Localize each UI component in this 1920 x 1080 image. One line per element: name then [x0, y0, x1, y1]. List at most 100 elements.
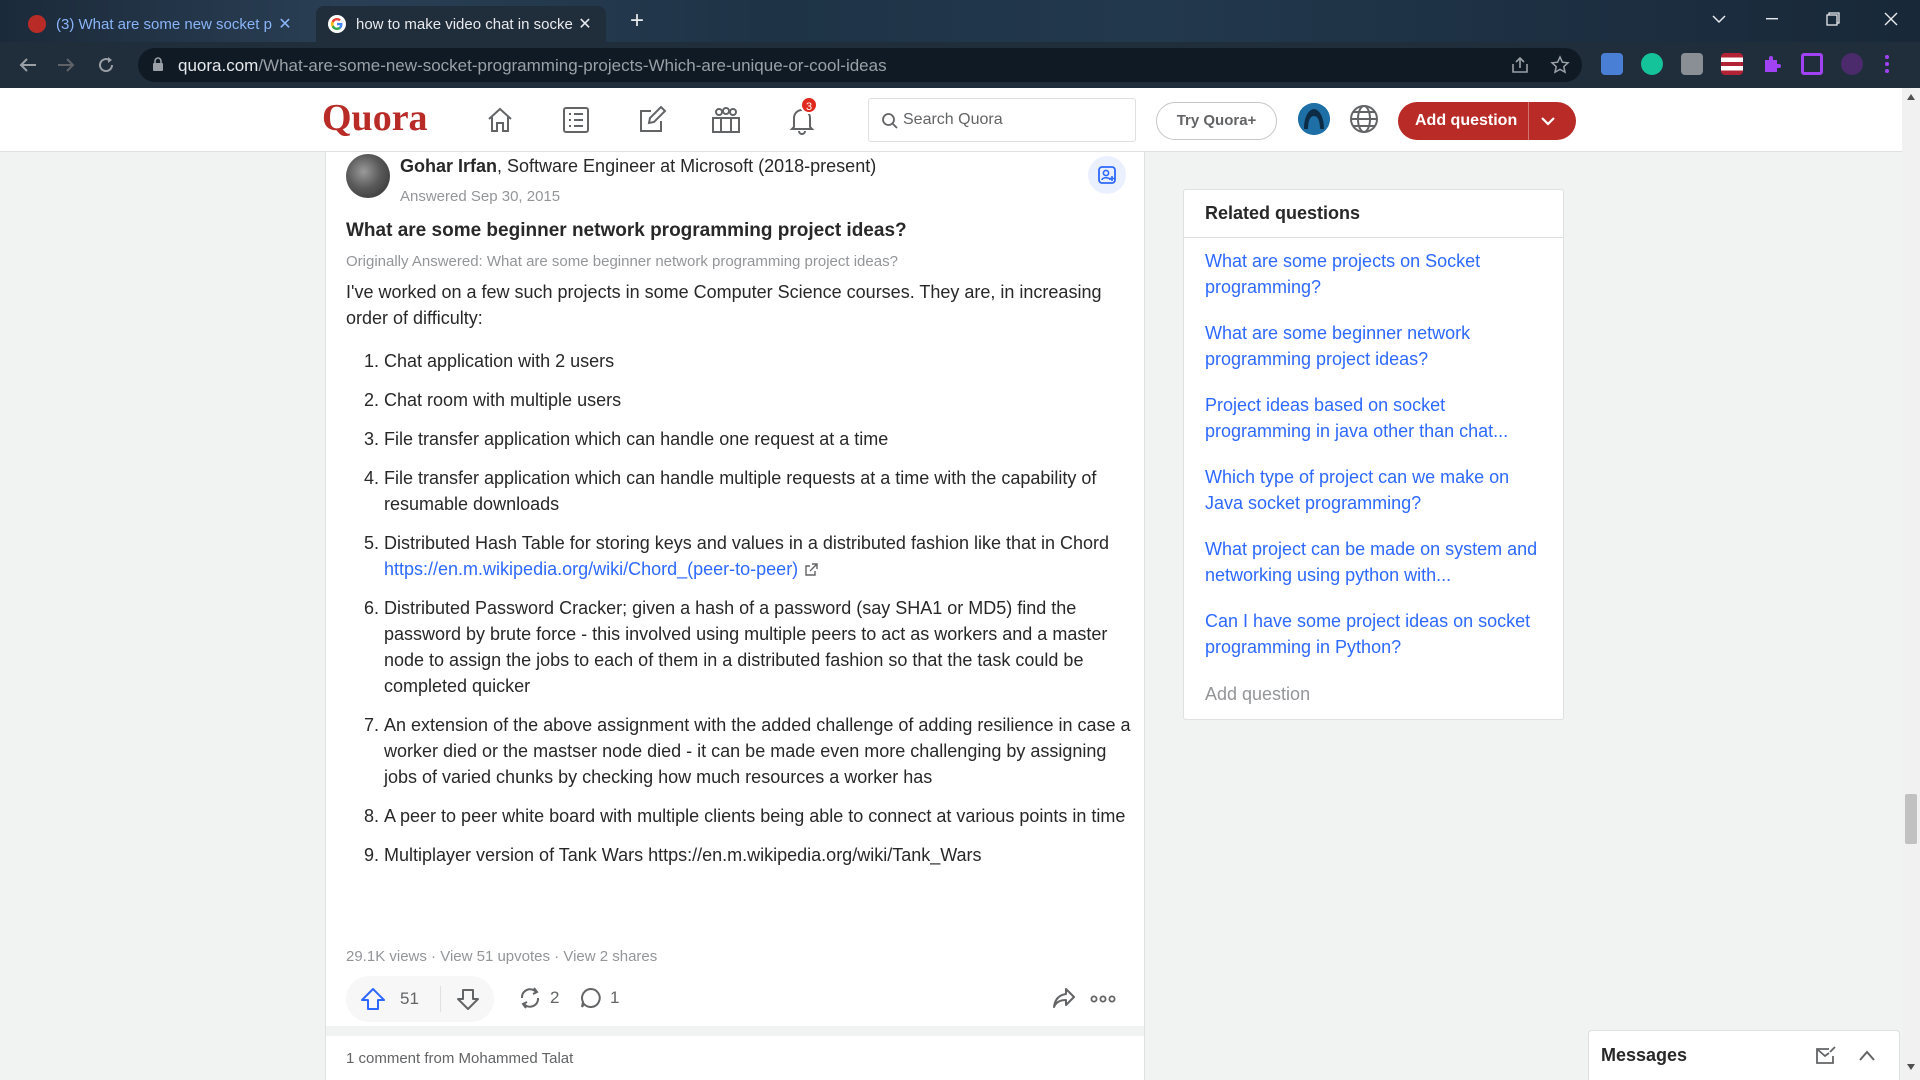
minimize-button[interactable]	[1747, 0, 1797, 38]
profile-avatar-icon[interactable]	[1841, 53, 1863, 75]
forward-arrow-icon[interactable]	[52, 51, 80, 79]
close-tab-icon[interactable]: ✕	[576, 14, 594, 34]
search-input[interactable]	[903, 109, 1123, 131]
reload-icon[interactable]	[92, 51, 120, 79]
downvote-arrow-icon[interactable]	[456, 987, 480, 1011]
tab-quora[interactable]: (3) What are some new socket p ✕	[16, 6, 306, 42]
chord-wikipedia-link[interactable]: https://en.m.wikipedia.org/wiki/Chord_(p…	[384, 559, 798, 579]
spaces-people-icon[interactable]	[706, 102, 746, 138]
notification-badge: 3	[800, 96, 818, 114]
compose-message-icon[interactable]	[1815, 1046, 1837, 1066]
answer-edit-icon[interactable]	[632, 102, 672, 138]
comment-bubble-icon	[581, 987, 601, 1008]
restore-button[interactable]	[1808, 0, 1858, 38]
close-tab-icon[interactable]: ✕	[276, 14, 294, 34]
google-favicon-icon	[328, 15, 346, 33]
address-bar[interactable]: quora.com/What-are-some-new-socket-progr…	[138, 48, 1582, 82]
scroll-down-arrow-icon[interactable]	[1907, 1064, 1915, 1070]
related-question-item: What are some projects on Socket program…	[1205, 248, 1550, 300]
home-icon[interactable]	[480, 102, 520, 138]
list-item: 2. Chat room with multiple users	[363, 390, 622, 410]
author-avatar[interactable]	[346, 154, 390, 198]
us-flag-extension-icon[interactable]	[1721, 53, 1743, 75]
question-title[interactable]: What are some beginner network programmi…	[346, 220, 907, 242]
tab-title: how to make video chat in socke	[356, 15, 573, 33]
comment-button[interactable]: 1	[580, 987, 619, 1009]
close-window-button[interactable]	[1866, 0, 1916, 38]
related-question-item: Project ideas based on socket programmin…	[1205, 392, 1550, 444]
related-questions-list: What are some projects on Socket program…	[1205, 248, 1550, 680]
answer-actions: 51 2 1	[346, 976, 1126, 1022]
related-question-link[interactable]: Project ideas based on socket programmin…	[1205, 395, 1508, 441]
list-item: 6. Distributed Password Cracker; given a …	[363, 598, 1108, 696]
messages-widget[interactable]: Messages	[1588, 1030, 1900, 1080]
try-quora-plus-button[interactable]: Try Quora+	[1156, 102, 1277, 140]
url-path: /What-are-some-new-socket-programming-pr…	[258, 56, 887, 75]
url-text: quora.com/What-are-some-new-socket-progr…	[178, 56, 887, 76]
chevron-up-icon[interactable]	[1857, 1046, 1877, 1066]
quora-logo[interactable]: Quora	[322, 96, 428, 140]
add-question-label: Add question	[1415, 112, 1518, 129]
related-question-item: What are some beginner network programmi…	[1205, 320, 1550, 372]
user-avatar[interactable]	[1298, 103, 1330, 135]
scroll-up-arrow-icon[interactable]	[1907, 94, 1915, 100]
originally-answered: Originally Answered: What are some begin…	[346, 253, 898, 270]
share-page-icon[interactable]	[1510, 55, 1530, 75]
author-credential: , Software Engineer at Microsoft (2018-p…	[497, 156, 877, 176]
related-question-link[interactable]: Which type of project can we make on Jav…	[1205, 467, 1509, 513]
external-link-icon[interactable]	[804, 563, 818, 577]
new-tab-button[interactable]: +	[622, 6, 652, 36]
share-repost-button[interactable]: 2	[518, 987, 559, 1009]
tab-google[interactable]: how to make video chat in socke ✕	[316, 6, 606, 42]
tab-search-icon[interactable]	[1694, 0, 1744, 38]
search-box[interactable]	[868, 98, 1136, 142]
share-arrow-icon[interactable]	[1052, 987, 1076, 1009]
upvote-count: 51	[400, 989, 419, 1008]
divider	[440, 986, 441, 1012]
browser-toolbar: quora.com/What-are-some-new-socket-progr…	[0, 42, 1920, 88]
list-item: 8. A peer to peer white board with multip…	[363, 806, 1126, 826]
bookmark-star-icon[interactable]	[1550, 55, 1570, 75]
url-host: quora.com	[178, 56, 259, 75]
related-question-link[interactable]: What are some beginner network programmi…	[1205, 323, 1470, 369]
project-list: 1. Chat application with 2 users 2. Chat r…	[346, 348, 1136, 881]
add-related-question-link[interactable]: Add question	[1205, 684, 1310, 705]
related-question-item: What project can be made on system and n…	[1205, 536, 1550, 588]
author-line: Gohar Irfan, Software Engineer at Micros…	[400, 156, 876, 177]
quora-header: Quora 3 Try Quora+ Add question	[0, 88, 1902, 152]
scrollbar-thumb[interactable]	[1905, 794, 1917, 844]
language-globe-icon[interactable]	[1348, 103, 1380, 135]
translate-extension-icon[interactable]	[1601, 53, 1623, 75]
related-question-link[interactable]: Can I have some project ideas on socket …	[1205, 611, 1530, 657]
related-questions-panel: Related questions What are some projects…	[1183, 189, 1564, 720]
lock-icon[interactable]	[152, 57, 164, 72]
back-arrow-icon[interactable]	[14, 51, 42, 79]
answer-stats[interactable]: 29.1K views · View 51 upvotes · View 2 s…	[346, 948, 657, 965]
answered-date[interactable]: Answered Sep 30, 2015	[400, 188, 560, 205]
list-item: 5. Distributed Hash Table for storing key…	[363, 533, 1110, 579]
list-item: 3. File transfer application which can ha…	[363, 429, 889, 449]
puzzle-extensions-icon[interactable]	[1761, 53, 1783, 75]
related-question-link[interactable]: What project can be made on system and n…	[1205, 539, 1537, 585]
messages-title: Messages	[1601, 1045, 1688, 1065]
comment-preview[interactable]: 1 comment from Mohammed Talat	[346, 1050, 573, 1067]
list-item: 4. File transfer application which can ha…	[363, 468, 1097, 514]
upvote-arrow-icon[interactable]	[360, 987, 386, 1011]
add-question-button[interactable]: Add question	[1398, 102, 1576, 140]
more-options-icon[interactable]	[1090, 987, 1116, 1011]
side-panel-icon[interactable]	[1801, 53, 1823, 75]
extension-icon[interactable]	[1681, 53, 1703, 75]
related-question-link[interactable]: What are some projects on Socket program…	[1205, 251, 1480, 297]
list-item: 1. Chat application with 2 users	[363, 351, 615, 371]
author-name[interactable]: Gohar Irfan	[400, 156, 497, 176]
vote-pill: 51	[346, 976, 494, 1022]
following-feed-icon[interactable]	[556, 102, 596, 138]
follow-author-button[interactable]	[1088, 156, 1126, 194]
grammarly-extension-icon[interactable]	[1641, 53, 1663, 75]
related-questions-heading: Related questions	[1184, 190, 1563, 238]
browser-menu-icon[interactable]	[1884, 53, 1890, 75]
chevron-down-icon[interactable]	[1540, 113, 1556, 129]
page-scrollbar[interactable]	[1902, 88, 1920, 1080]
quora-favicon-icon	[28, 15, 46, 33]
divider	[326, 1026, 1144, 1036]
